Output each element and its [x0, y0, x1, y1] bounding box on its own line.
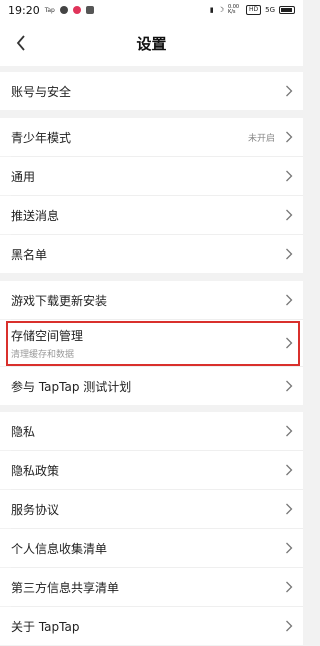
chevron-right-icon: [285, 581, 293, 593]
settings-item-label: 隐私政策: [11, 463, 60, 478]
chevron-right-icon: [285, 170, 293, 182]
app-notification-icon: [72, 6, 81, 14]
settings-item-about[interactable]: 关于 TapTap: [0, 607, 303, 645]
nav-bar: 设置: [0, 20, 303, 66]
settings-item-game-update[interactable]: 游戏下载更新安装: [0, 281, 303, 319]
chevron-right-icon: [285, 209, 293, 221]
settings-item-personal-info[interactable]: 个人信息收集清单: [0, 529, 303, 567]
settings-item-privacy[interactable]: 隐私: [0, 412, 303, 450]
chevron-right-icon: [285, 131, 293, 143]
chevron-right-icon: [285, 294, 293, 306]
chevron-right-icon: [285, 620, 293, 632]
settings-item-label: 推送消息: [11, 208, 60, 223]
net-speed: 0.00 K/s: [227, 4, 240, 15]
chevron-right-icon: [285, 248, 293, 260]
highlight-box: [6, 321, 300, 366]
page-title: 设置: [136, 34, 167, 53]
vibrate-icon: ▮: [209, 6, 214, 14]
chevron-left-icon: [16, 35, 25, 51]
settings-item-push[interactable]: 推送消息: [0, 196, 303, 234]
settings-item-label: 账号与安全: [11, 84, 72, 99]
chevron-right-icon: [285, 503, 293, 515]
moon-icon: ☽: [217, 6, 224, 14]
chevron-right-icon: [285, 542, 293, 554]
notification-icon: [59, 6, 68, 14]
chevron-right-icon: [285, 380, 293, 392]
settings-item-label: 通用: [11, 169, 36, 184]
chevron-right-icon: [285, 464, 293, 476]
settings-item-general[interactable]: 通用: [0, 157, 303, 195]
settings-item-label: 个人信息收集清单: [11, 541, 108, 556]
settings-item-account[interactable]: 账号与安全: [0, 72, 303, 110]
settings-item-service-agreement[interactable]: 服务协议: [0, 490, 303, 528]
settings-item-privacy-policy[interactable]: 隐私政策: [0, 451, 303, 489]
message-icon: [85, 6, 94, 14]
settings-item-youth-mode[interactable]: 青少年模式 未开启: [0, 118, 303, 156]
battery-icon: [279, 6, 295, 14]
back-button[interactable]: [10, 32, 32, 54]
settings-item-label: 第三方信息共享清单: [11, 580, 120, 595]
settings-item-label: 关于 TapTap: [11, 619, 80, 634]
settings-item-label: 参与 TapTap 测试计划: [11, 379, 132, 394]
signal-icon: 5G: [265, 6, 275, 14]
hd-icon: HD: [245, 5, 262, 15]
status-bar: 19:20 Tap ▮ ☽ 0.00 K/s HD 5G: [0, 0, 303, 20]
settings-item-label: 青少年模式: [11, 130, 72, 145]
settings-item-label: 隐私: [11, 424, 36, 439]
chevron-right-icon: [285, 85, 293, 97]
status-time: 19:20: [8, 3, 40, 17]
chevron-right-icon: [285, 425, 293, 437]
settings-item-blacklist[interactable]: 黑名单: [0, 235, 303, 273]
settings-item-label: 游戏下载更新安装: [11, 293, 108, 308]
taptap-notification-icon: Tap: [44, 6, 55, 14]
youth-mode-status: 未开启: [247, 133, 275, 144]
settings-item-test-plan[interactable]: 参与 TapTap 测试计划: [0, 367, 303, 405]
settings-item-third-party[interactable]: 第三方信息共享清单: [0, 568, 303, 606]
settings-item-label: 黑名单: [11, 247, 48, 262]
settings-item-label: 服务协议: [11, 502, 60, 517]
